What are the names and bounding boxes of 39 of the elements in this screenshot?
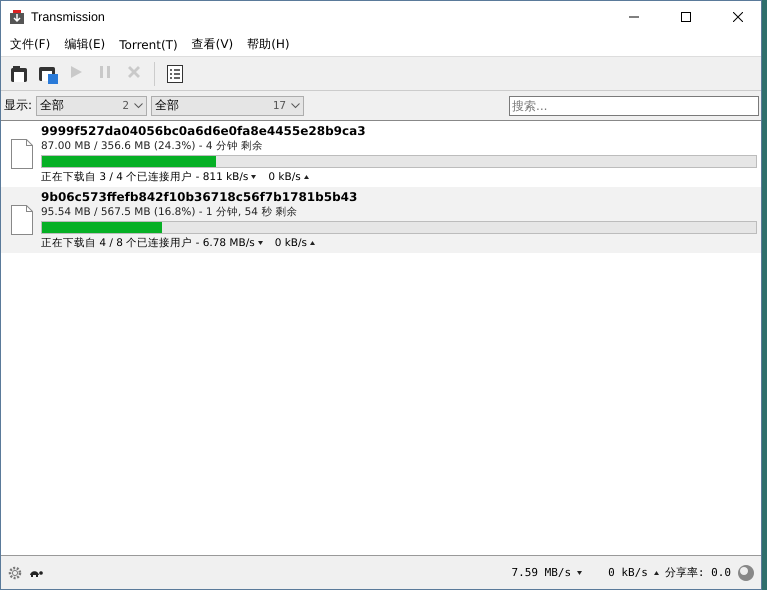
search-field[interactable]: 搜索...: [509, 96, 759, 116]
ratio-icon[interactable]: [737, 564, 755, 582]
torrent-size-info: 95.54 MB / 567.5 MB (16.8%) - 1 分钟, 54 秒 剩余: [41, 205, 299, 219]
download-arrow-icon: [251, 175, 256, 179]
upload-rate: 0 kB/s: [274, 237, 308, 249]
download-speed: 7.59 MB/s: [512, 566, 572, 579]
upload-arrow-icon: [304, 175, 309, 179]
download-arrow-icon: [258, 241, 263, 245]
app-icon: [9, 9, 25, 25]
chevron-icon: [134, 102, 144, 108]
window-title: Transmission: [31, 10, 106, 24]
torrent-status: 正在下载自 3 / 4 个已连接用户 - 811 kB/s: [41, 170, 248, 184]
upload-rate: 0 kB/s: [268, 171, 301, 183]
close-icon[interactable]: [733, 12, 743, 22]
file-icon: [11, 139, 33, 169]
maximize-icon[interactable]: [681, 12, 691, 22]
folder-icon[interactable]: [8, 64, 28, 84]
share-ratio: 分享率: 0.0: [664, 565, 731, 580]
torrent-size-info: 87.00 MB / 356.6 MB (24.3%) - 4 分钟 剩余: [41, 139, 264, 153]
upload-arrow-icon: [654, 570, 659, 574]
upload-speed: 0 kB/s: [608, 566, 648, 579]
list-icon[interactable]: [166, 64, 184, 84]
menu-item[interactable]: Torrent(T): [112, 38, 185, 52]
turtle-icon[interactable]: [29, 568, 43, 576]
torrent-status: 正在下载自 4 / 8 个已连接用户 - 6.78 MB/s: [41, 236, 255, 250]
menu-item[interactable]: 编辑(E): [57, 36, 112, 53]
filter-label: 显示:: [4, 97, 32, 114]
chevron-icon: [291, 102, 300, 108]
menu-item[interactable]: 文件(F): [3, 36, 58, 53]
file-icon: [11, 205, 33, 235]
menu-item[interactable]: 帮助(H): [240, 36, 297, 53]
torrent-name: 9b06c573ffefb842f10b36718c56f7b1781b5b43: [41, 190, 358, 204]
download-arrow-icon: [577, 570, 582, 574]
filter-dropdown[interactable]: 全部 2: [36, 96, 148, 116]
torrent-name: 9999f527da04056bc0a6d6e0fa8e4455e28b9ca3: [41, 124, 367, 138]
upload-arrow-icon: [310, 241, 316, 245]
menu-item[interactable]: 查看(V): [184, 36, 240, 53]
filter-dropdown[interactable]: 全部 17: [151, 96, 304, 116]
settings-icon[interactable]: [7, 564, 23, 580]
